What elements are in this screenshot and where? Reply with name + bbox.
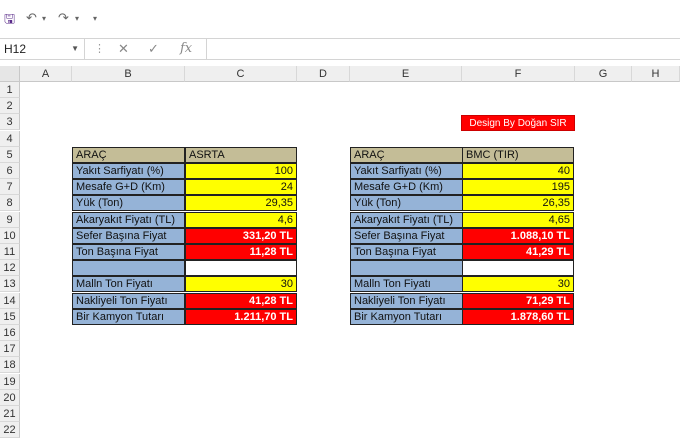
table2-value-cell[interactable]: 30 bbox=[462, 276, 574, 292]
undo-icon[interactable]: ↶ bbox=[26, 10, 37, 26]
table1-label-cell[interactable]: Nakliyeli Ton Fiyatı bbox=[72, 293, 185, 309]
customize-toolbar-icon[interactable]: ▾ bbox=[93, 14, 97, 23]
row-header-17[interactable]: 17 bbox=[0, 341, 20, 358]
column-header-a[interactable]: A bbox=[20, 66, 72, 82]
table1-value-cell[interactable]: 24 bbox=[185, 179, 297, 195]
table2-label-cell[interactable]: Nakliyeli Ton Fiyatı bbox=[350, 293, 463, 309]
formula-bar: H12 ▼ ⋮ ✕ ✓ fx bbox=[0, 38, 680, 60]
formula-bar-grip-icon: ⋮ bbox=[94, 43, 105, 55]
table1-label-cell[interactable] bbox=[72, 260, 185, 276]
undo-dropdown-icon[interactable]: ▾ bbox=[42, 14, 46, 23]
table1-label-cell[interactable]: Ton Başına Fiyat bbox=[72, 244, 185, 260]
table2-label-cell[interactable]: Malln Ton Fiyatı bbox=[350, 276, 463, 292]
column-header-h[interactable]: H bbox=[632, 66, 680, 82]
table1-value-cell[interactable]: 100 bbox=[185, 163, 297, 179]
row-header-10[interactable]: 10 bbox=[0, 227, 20, 244]
table2-value-cell[interactable]: 1.088,10 TL bbox=[462, 228, 574, 244]
table1-value-cell[interactable]: 30 bbox=[185, 276, 297, 292]
table2-label-cell[interactable]: Ton Başına Fiyat bbox=[350, 244, 463, 260]
table2-label-cell[interactable] bbox=[350, 260, 463, 276]
row-header-19[interactable]: 19 bbox=[0, 373, 20, 390]
name-box-dropdown-icon[interactable]: ▼ bbox=[71, 39, 79, 59]
row-header-13[interactable]: 13 bbox=[0, 276, 20, 293]
table2-value-cell[interactable] bbox=[462, 260, 574, 276]
table1-label-cell[interactable]: Malln Ton Fiyatı bbox=[72, 276, 185, 292]
table2-label-cell[interactable]: Yük (Ton) bbox=[350, 195, 463, 211]
table2-value-cell[interactable]: 4,65 bbox=[462, 212, 574, 228]
table2-value-cell[interactable]: 71,29 TL bbox=[462, 293, 574, 309]
enter-icon[interactable]: ✓ bbox=[148, 41, 159, 57]
column-header-g[interactable]: G bbox=[575, 66, 632, 82]
table1-header-value-cell[interactable]: ASRTA bbox=[185, 147, 297, 163]
redo-icon[interactable]: ↷ bbox=[58, 10, 69, 26]
column-header-b[interactable]: B bbox=[72, 66, 185, 82]
row-header-18[interactable]: 18 bbox=[0, 357, 20, 374]
table1-label-cell[interactable]: Yük (Ton) bbox=[72, 195, 185, 211]
name-box-value: H12 bbox=[4, 42, 27, 56]
column-header-d[interactable]: D bbox=[297, 66, 350, 82]
row-header-1[interactable]: 1 bbox=[0, 82, 20, 98]
row-header-5[interactable]: 5 bbox=[0, 146, 20, 163]
table2-label-cell[interactable]: Yakıt Sarfiyatı (%) bbox=[350, 163, 463, 179]
table2-label-cell[interactable]: Akaryakıt Fiyatı (TL) bbox=[350, 212, 463, 228]
cancel-icon[interactable]: ✕ bbox=[118, 41, 129, 57]
quick-access-toolbar: 🖫 ↶ ▾ ↷ ▾ ▾ bbox=[0, 0, 680, 38]
table1-value-cell[interactable]: 41,28 TL bbox=[185, 293, 297, 309]
row-header-14[interactable]: 14 bbox=[0, 292, 20, 309]
table2-header-value-cell[interactable]: BMC (TIR) bbox=[462, 147, 574, 163]
table2-label-cell[interactable]: Bir Kamyon Tutarı bbox=[350, 309, 463, 325]
table1-value-cell[interactable]: 1.211,70 TL bbox=[185, 309, 297, 325]
table1-value-cell[interactable]: 331,20 TL bbox=[185, 228, 297, 244]
row-header-8[interactable]: 8 bbox=[0, 195, 20, 212]
table1-value-cell[interactable]: 4,6 bbox=[185, 212, 297, 228]
table2-value-cell[interactable]: 41,29 TL bbox=[462, 244, 574, 260]
table2-value-cell[interactable]: 40 bbox=[462, 163, 574, 179]
table1-label-cell[interactable]: Akaryakıt Fiyatı (TL) bbox=[72, 212, 185, 228]
table1-label-cell[interactable]: Bir Kamyon Tutarı bbox=[72, 309, 185, 325]
row-header-2[interactable]: 2 bbox=[0, 98, 20, 115]
table2-value-cell[interactable]: 1.878,60 TL bbox=[462, 309, 574, 325]
column-header-f[interactable]: F bbox=[462, 66, 575, 82]
table2-label-cell[interactable]: Sefer Başına Fiyat bbox=[350, 228, 463, 244]
table2-header-label-cell[interactable]: ARAÇ bbox=[350, 147, 463, 163]
row-header-9[interactable]: 9 bbox=[0, 211, 20, 228]
column-header-e[interactable]: E bbox=[350, 66, 462, 82]
select-all-corner[interactable] bbox=[0, 66, 20, 82]
row-header-3[interactable]: 3 bbox=[0, 114, 20, 131]
table2-value-cell[interactable]: 195 bbox=[462, 179, 574, 195]
table2-value-cell[interactable]: 26,35 bbox=[462, 195, 574, 211]
row-header-16[interactable]: 16 bbox=[0, 325, 20, 341]
table1-value-cell[interactable] bbox=[185, 260, 297, 276]
table1-value-cell[interactable]: 29,35 bbox=[185, 195, 297, 211]
row-header-6[interactable]: 6 bbox=[0, 163, 20, 179]
table1-header-label-cell[interactable]: ARAÇ bbox=[72, 147, 185, 163]
insert-function-icon[interactable]: fx bbox=[180, 41, 192, 56]
table1-label-cell[interactable]: Sefer Başına Fiyat bbox=[72, 228, 185, 244]
row-header-11[interactable]: 11 bbox=[0, 244, 20, 260]
table1-value-cell[interactable]: 11,28 TL bbox=[185, 244, 297, 260]
row-header-15[interactable]: 15 bbox=[0, 308, 20, 325]
row-header-20[interactable]: 20 bbox=[0, 389, 20, 406]
table2-label-cell[interactable]: Mesafe G+D (Km) bbox=[350, 179, 463, 195]
row-header-7[interactable]: 7 bbox=[0, 179, 20, 196]
redo-dropdown-icon[interactable]: ▾ bbox=[75, 14, 79, 23]
design-credit-cell[interactable]: Design By Doğan SIR bbox=[461, 115, 575, 131]
column-header-c[interactable]: C bbox=[185, 66, 297, 82]
row-header-4[interactable]: 4 bbox=[0, 130, 20, 147]
row-header-21[interactable]: 21 bbox=[0, 406, 20, 422]
table1-label-cell[interactable]: Yakıt Sarfiyatı (%) bbox=[72, 163, 185, 179]
formula-input[interactable] bbox=[206, 39, 680, 59]
name-box[interactable]: H12 ▼ bbox=[0, 39, 85, 59]
table1-label-cell[interactable]: Mesafe G+D (Km) bbox=[72, 179, 185, 195]
save-icon[interactable]: 🖫 bbox=[4, 10, 15, 32]
row-header-12[interactable]: 12 bbox=[0, 260, 20, 277]
row-header-22[interactable]: 22 bbox=[0, 422, 20, 439]
